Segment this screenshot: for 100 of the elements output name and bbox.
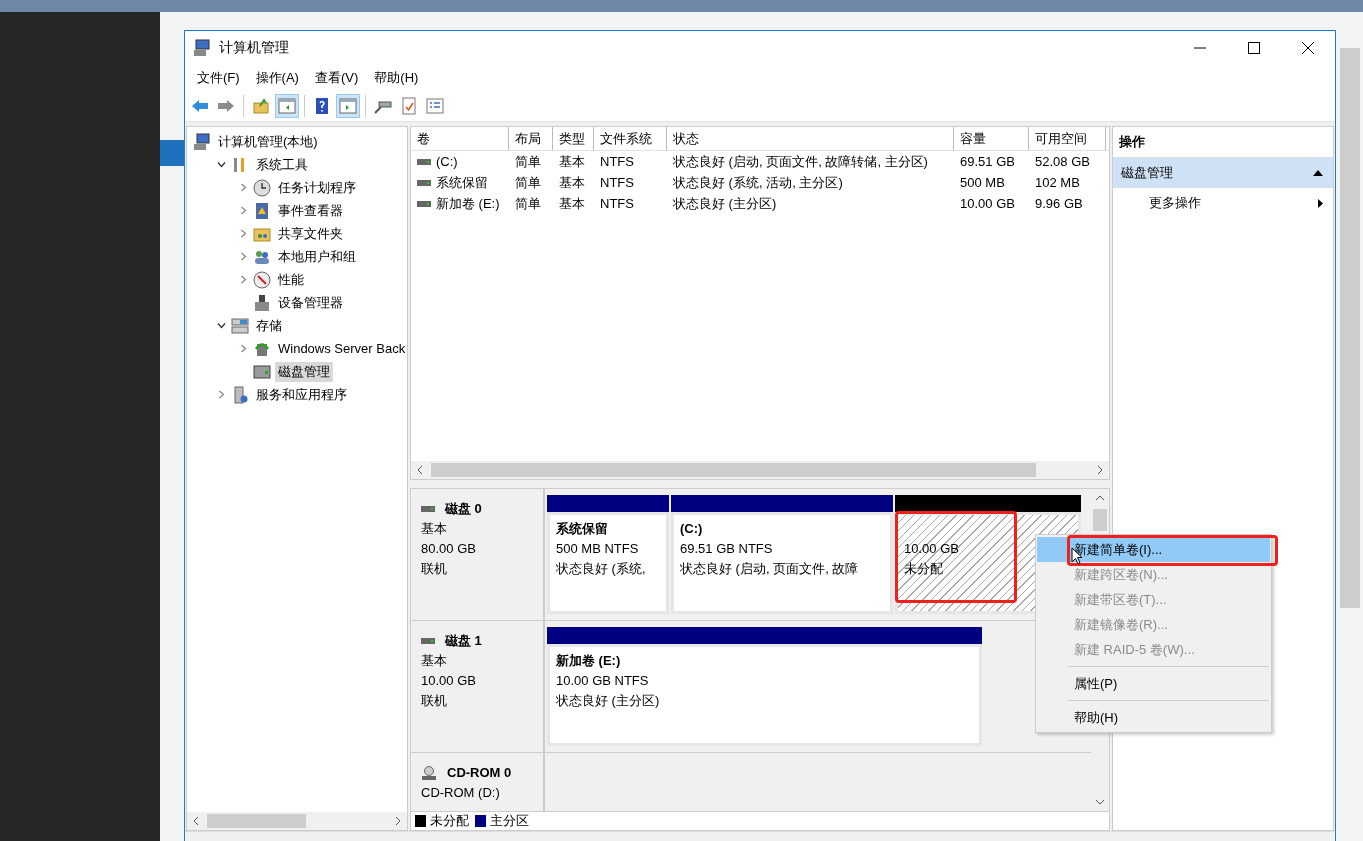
- table-cell: (C:): [436, 154, 458, 169]
- tree-item[interactable]: 磁盘管理: [275, 361, 333, 382]
- disk-status: 联机: [421, 692, 448, 710]
- tree-pane-button[interactable]: [275, 94, 299, 118]
- partition-title: 系统保留: [556, 520, 609, 538]
- table-cell: 102 MB: [1035, 175, 1080, 190]
- volume-icon: [417, 179, 431, 186]
- action-link[interactable]: 更多操作: [1149, 194, 1201, 212]
- tree-item[interactable]: 系统工具: [253, 154, 311, 175]
- partition-status: 状态良好 (系统,: [556, 560, 647, 578]
- disk-name: CD-ROM 0: [447, 764, 512, 782]
- table-cell: 10.00 GB: [960, 196, 1015, 211]
- storage-icon: [231, 316, 249, 335]
- back-icon: [191, 97, 209, 115]
- partition-size: 10.00 GB NTFS: [556, 672, 650, 690]
- action-pane-icon: [339, 97, 357, 115]
- table-cell: 基本: [559, 152, 585, 171]
- scrollbar[interactable]: [1340, 48, 1360, 608]
- menu-item[interactable]: 帮助(H): [1037, 705, 1270, 730]
- partition-size: 10.00 GB: [904, 540, 960, 558]
- scrollbar-thumb[interactable]: [207, 814, 306, 828]
- table-cell: 基本: [559, 173, 585, 192]
- tree-item[interactable]: 性能: [275, 269, 307, 290]
- column-header[interactable]: 布局: [509, 127, 553, 150]
- table-cell: 69.51 GB: [960, 154, 1015, 169]
- tree-item[interactable]: 共享文件夹: [275, 223, 346, 244]
- legend-label: 主分区: [490, 812, 529, 830]
- disk-type: 基本: [421, 652, 448, 670]
- tree-item[interactable]: 计算机管理(本地): [215, 131, 321, 152]
- column-header[interactable]: 卷: [411, 127, 509, 150]
- legend-label: 未分配: [430, 812, 469, 830]
- table-cell: 52.08 GB: [1035, 154, 1090, 169]
- partition-title: 新加卷 (E:): [556, 652, 622, 670]
- table-cell: 简单: [515, 173, 541, 192]
- window-title: 计算机管理: [219, 39, 289, 57]
- tree-item[interactable]: 事件查看器: [275, 200, 346, 221]
- cd-drive-icon: [421, 766, 437, 780]
- column-header[interactable]: 类型: [553, 127, 594, 150]
- menu-item[interactable]: 查看(V): [306, 67, 367, 89]
- column-header[interactable]: 状态: [667, 127, 954, 150]
- column-header[interactable]: 可用空间: [1029, 127, 1106, 150]
- menu-item[interactable]: 文件(F): [189, 67, 248, 89]
- partition-size: 500 MB NTFS: [556, 540, 640, 558]
- table-cell: 500 MB: [960, 175, 1005, 190]
- log-icon: [253, 201, 271, 220]
- section-title: 磁盘管理: [1121, 164, 1173, 182]
- table-cell: 9.96 GB: [1035, 196, 1083, 211]
- document-icon: [400, 97, 418, 115]
- close-icon: [1302, 42, 1314, 54]
- partition-status: 状态良好 (主分区): [556, 692, 661, 710]
- tree-item[interactable]: 服务和应用程序: [253, 384, 350, 405]
- help-icon: [313, 97, 331, 115]
- forward-icon: [217, 97, 235, 115]
- gauge-icon: [253, 270, 271, 289]
- disk-size: 80.00 GB: [421, 540, 477, 558]
- table-cell: 简单: [515, 194, 541, 213]
- volume-icon: [417, 158, 431, 165]
- table-cell: NTFS: [600, 154, 634, 169]
- disk-status: 联机: [421, 560, 448, 578]
- drive-letter: CD-ROM (D:): [421, 784, 501, 802]
- table-cell: 状态良好 (主分区): [673, 194, 777, 213]
- server-icon: [231, 385, 249, 404]
- properties-icon: [426, 97, 444, 115]
- table-cell: 状态良好 (系统, 活动, 主分区): [673, 173, 843, 192]
- table-cell: 系统保留: [436, 173, 488, 192]
- column-header[interactable]: 容量: [954, 127, 1029, 150]
- partition-size: 69.51 GB NTFS: [680, 540, 774, 558]
- menu-item[interactable]: 操作(A): [247, 67, 307, 89]
- menu-item[interactable]: 属性(P): [1037, 671, 1270, 696]
- disk-name: 磁盘 0: [445, 500, 482, 518]
- scrollbar-thumb[interactable]: [1093, 509, 1107, 531]
- device-icon: [253, 293, 271, 312]
- partition-status: 状态良好 (启动, 页面文件, 故障: [680, 560, 860, 578]
- computer-icon: [193, 39, 211, 57]
- partition-title: (C:): [680, 520, 704, 538]
- disk-size: 10.00 GB: [421, 672, 477, 690]
- tree-item[interactable]: Windows Server Back: [275, 340, 407, 357]
- menu-item[interactable]: 帮助(H): [366, 67, 427, 89]
- tree-pane-icon: [278, 97, 296, 115]
- table-cell: NTFS: [600, 196, 634, 211]
- table-cell: NTFS: [600, 175, 634, 190]
- volume-icon: [417, 200, 431, 207]
- tree-item[interactable]: 任务计划程序: [275, 177, 359, 198]
- computer-icon: [193, 132, 211, 151]
- drive-icon: [253, 362, 271, 381]
- sidebar-highlight: [160, 140, 184, 166]
- scrollbar-thumb[interactable]: [431, 463, 1037, 477]
- tree-item[interactable]: 存储: [253, 315, 285, 336]
- maximize-icon: [1248, 42, 1260, 54]
- table-cell: 状态良好 (启动, 页面文件, 故障转储, 主分区): [673, 152, 928, 171]
- tree-item[interactable]: 设备管理器: [275, 292, 346, 313]
- action-section-header[interactable]: 磁盘管理: [1113, 158, 1333, 188]
- disk-type: 基本: [421, 520, 448, 538]
- table-cell: 新加卷 (E:): [436, 194, 500, 213]
- up-folder-icon: [252, 97, 270, 115]
- table-cell: 简单: [515, 152, 541, 171]
- tree-item[interactable]: 本地用户和组: [275, 246, 359, 267]
- clock-icon: [253, 178, 271, 197]
- column-header[interactable]: 文件系统: [594, 127, 667, 150]
- disk-name: 磁盘 1: [445, 632, 482, 650]
